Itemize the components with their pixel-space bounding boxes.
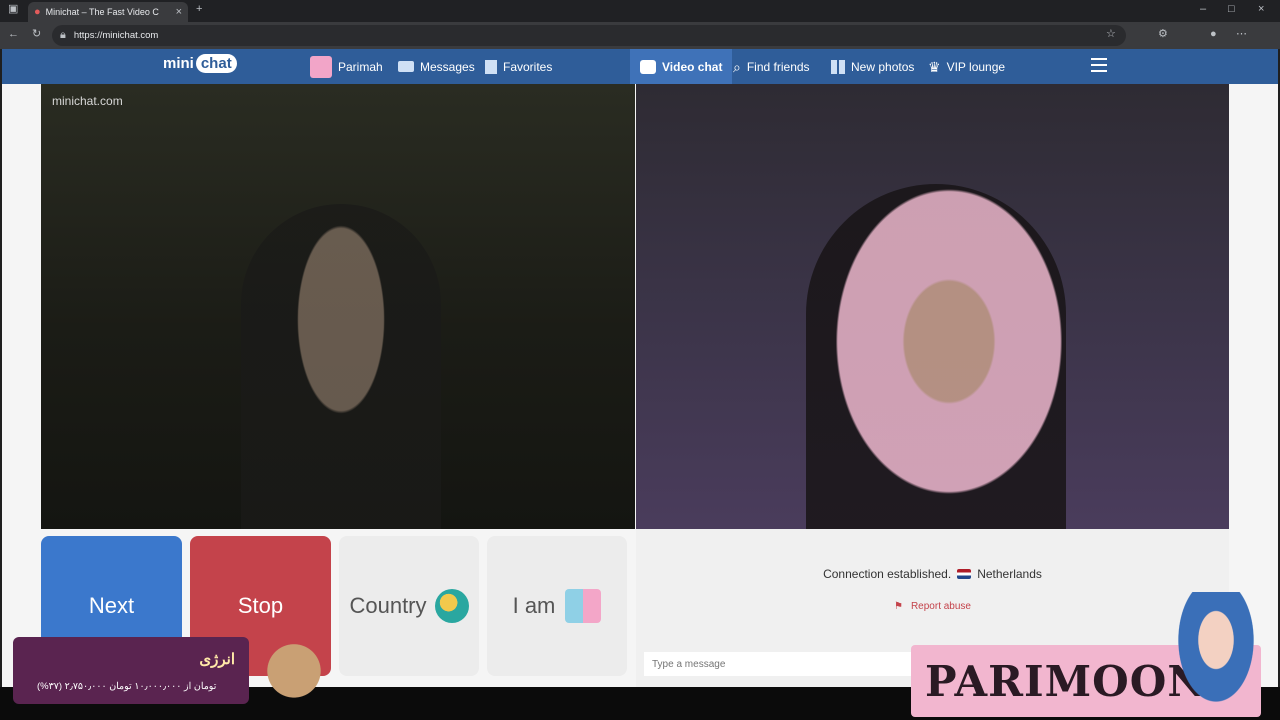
minimize-icon[interactable]: – — [1200, 4, 1206, 15]
close-tab-icon[interactable]: × — [176, 6, 182, 18]
netherlands-flag-icon — [957, 569, 972, 579]
partner-country: Netherlands — [977, 567, 1042, 581]
search-icon: ⌕ — [733, 58, 741, 75]
report-abuse-label: Report abuse — [910, 601, 971, 612]
remote-person — [806, 184, 1066, 529]
favorites-star-icon[interactable]: ☆ — [1106, 29, 1116, 40]
logo-chat: chat — [195, 54, 237, 73]
nav-video-chat-label: Video chat — [662, 59, 723, 74]
status-text: Connection established. — [823, 567, 952, 581]
back-icon[interactable]: ← — [8, 29, 19, 40]
nav-find-friends-label: Find friends — [746, 59, 810, 74]
profile-avatar-icon[interactable]: ● — [1210, 29, 1217, 40]
more-menu-icon[interactable]: ⋯ — [1236, 29, 1247, 40]
video-chat-icon — [640, 59, 656, 74]
url-field[interactable]: 🔒︎ https://minichat.com — [52, 25, 1126, 46]
nav-new-photos[interactable]: New photos — [831, 49, 914, 84]
stop-button-label: Stop — [237, 593, 284, 618]
local-video: minichat.com — [41, 84, 635, 529]
extensions-icon[interactable]: ⚙ — [1158, 29, 1168, 40]
reload-icon[interactable]: ↻ — [32, 29, 41, 40]
crown-icon: ♛ — [928, 58, 941, 75]
nav-video-chat[interactable]: Video chat — [630, 49, 733, 84]
minichat-page: mini chat Parimah Messages Favorites Vid… — [2, 49, 1278, 687]
avatar-illustration — [1172, 592, 1260, 712]
top-navbar: mini chat Parimah Messages Favorites Vid… — [2, 49, 1278, 84]
nav-vip-lounge-label: VIP lounge — [946, 59, 1006, 74]
browser-tab-strip: ▣ ● Minichat – The Fast Video C × + – □ … — [0, 0, 1280, 22]
message-input[interactable] — [644, 652, 944, 676]
nav-favorites[interactable]: Favorites — [485, 49, 552, 84]
globe-icon — [434, 589, 469, 623]
nav-vip-lounge[interactable]: ♛ VIP lounge — [928, 49, 1005, 84]
new-tab-icon[interactable]: + — [196, 4, 202, 15]
webcam-person — [241, 204, 441, 529]
tab-actions-icon[interactable]: ▣ — [8, 4, 18, 15]
i-am-button[interactable]: I am — [487, 536, 627, 676]
video-watermark: minichat.com — [52, 94, 123, 108]
nav-messages[interactable]: Messages — [398, 49, 475, 84]
gender-icon — [565, 589, 602, 623]
lock-icon: 🔒︎ — [60, 29, 66, 41]
url-text: https://minichat.com — [73, 30, 159, 41]
address-bar-row: ← ↻ 🔒︎ https://minichat.com ☆ ⚙ ● ⋯ — [0, 22, 1280, 49]
favicon-icon: ● — [34, 5, 41, 18]
bookmark-icon — [485, 59, 497, 74]
hamburger-menu-icon[interactable] — [1091, 58, 1107, 72]
streamer-name: PARIMOON — [925, 657, 1207, 706]
country-button[interactable]: Country — [339, 536, 479, 676]
photo-grid-icon — [831, 59, 845, 74]
close-window-icon[interactable]: × — [1258, 4, 1264, 15]
nav-profile-label: Parimah — [338, 59, 383, 74]
browser-tab[interactable]: ● Minichat – The Fast Video C × — [28, 2, 188, 22]
next-button-label: Next — [88, 593, 135, 618]
minichat-logo[interactable]: mini chat — [163, 54, 237, 73]
remote-video — [636, 84, 1229, 529]
nav-new-photos-label: New photos — [851, 59, 915, 74]
connection-status: Connection established. Netherlands — [636, 567, 1229, 581]
tab-title: Minichat – The Fast Video C — [45, 7, 159, 17]
goal-progress-text: (%۳۷) ۲٫۷۵۰٫۰۰۰ تومان از ۱۰٫۰۰۰٫۰۰۰ توما… — [37, 681, 217, 692]
profile-avatar-icon — [310, 55, 332, 78]
donation-goal-overlay: انرژی (%۳۷) ۲٫۷۵۰٫۰۰۰ تومان از ۱۰٫۰۰۰٫۰۰… — [13, 637, 249, 704]
nav-messages-label: Messages — [420, 59, 475, 74]
envelope-icon — [398, 61, 414, 72]
maximize-icon[interactable]: □ — [1228, 4, 1235, 15]
nav-find-friends[interactable]: ⌕ Find friends — [733, 49, 810, 84]
nav-favorites-label: Favorites — [503, 59, 553, 74]
country-button-label: Country — [349, 593, 427, 618]
goal-title: انرژی — [199, 651, 235, 668]
report-abuse-link[interactable]: ⚑ Report abuse — [636, 601, 1229, 612]
i-am-button-label: I am — [512, 593, 556, 618]
flag-icon: ⚑ — [893, 601, 903, 612]
logo-mini: mini — [163, 55, 194, 72]
nav-profile[interactable]: Parimah — [310, 49, 383, 84]
cat-mascot-image — [254, 628, 334, 706]
